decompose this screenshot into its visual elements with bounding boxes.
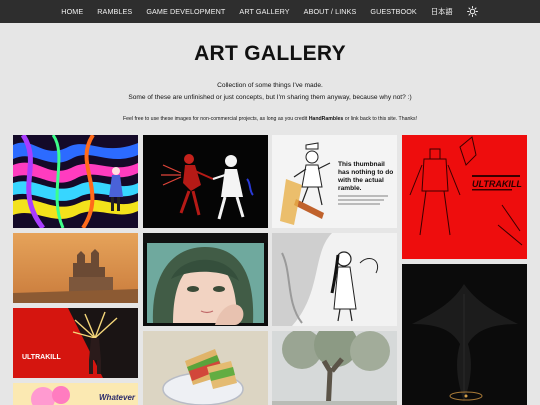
thumbnail-joke-text: This thumbnail has nothing to do with th… [338, 161, 394, 192]
psychedelic-swirl-artwork[interactable] [13, 135, 138, 228]
sandwich-plate-artwork[interactable] [143, 331, 268, 405]
ultrakill-label: ULTRAKILL [22, 354, 61, 361]
dark-creature-artwork[interactable] [402, 264, 527, 405]
ultrakill-red-artwork[interactable]: ULTRAKILL [13, 308, 138, 378]
green-hair-girl-artwork[interactable] [143, 233, 268, 326]
ultrakill-robot-artwork[interactable]: ULTRAKILL [402, 135, 527, 259]
art-gallery-grid: ULTRAKILL Whatever This thumbnail has no… [0, 0, 540, 405]
skateboard-thumbnail-artwork[interactable]: This thumbnail has nothing to do with th… [272, 135, 397, 228]
tree-photo-artwork[interactable] [272, 331, 397, 405]
whatever-label: Whatever [99, 393, 136, 402]
dancing-figures-artwork[interactable] [143, 135, 268, 228]
whatever-doodle-artwork[interactable]: Whatever [13, 383, 138, 405]
grey-sketch-girl-artwork[interactable] [272, 233, 397, 326]
castle-sunset-artwork[interactable] [13, 233, 138, 303]
ultrakill-robot-label: ULTRAKILL [472, 179, 522, 189]
